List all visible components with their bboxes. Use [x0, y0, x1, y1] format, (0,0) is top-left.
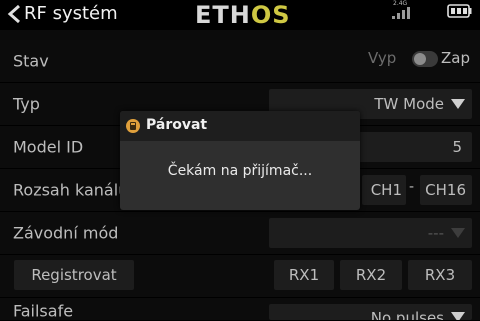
toggle-on-label: Zap: [441, 49, 470, 67]
triangle-down-icon: [451, 312, 465, 320]
toggle-knob: [414, 53, 426, 65]
rozsah-label: Rozsah kanálů: [13, 180, 129, 200]
chevron-left-icon[interactable]: [6, 4, 22, 24]
model-id-label: Model ID: [13, 137, 84, 157]
logo-suffix: OS: [250, 1, 291, 29]
channel-from-value: CH1: [370, 181, 402, 199]
dialog-message: Čekám na přijímač...: [167, 163, 313, 179]
failsafe-dropdown[interactable]: No pulses: [269, 304, 472, 320]
stav-toggle[interactable]: [412, 51, 438, 67]
dialog-header: Párovat: [120, 111, 360, 141]
typ-value: TW Mode: [374, 95, 444, 113]
header-divider: [0, 30, 480, 40]
typ-label: Typ: [13, 94, 40, 114]
model-id-value: 5: [452, 138, 462, 156]
registrovat-button[interactable]: Registrovat: [14, 260, 134, 290]
row-registrace: Registrovat RX1 RX2 RX3: [0, 255, 480, 297]
failsafe-label: Failsafe: [13, 301, 74, 321]
dialog-body: Čekám na přijímač...: [120, 141, 360, 210]
ethos-logo: ETHOS: [195, 1, 291, 29]
row-failsafe: Failsafe No pulses: [0, 298, 480, 321]
channel-to-field[interactable]: CH16: [420, 175, 472, 205]
zavodni-label: Závodní mód: [13, 223, 119, 243]
row-zavodni: Závodní mód ---: [0, 212, 480, 254]
rx3-button[interactable]: RX3: [408, 260, 472, 290]
receiver-icon: [126, 119, 140, 133]
stav-label: Stav: [13, 51, 49, 71]
page-title: RF systém: [24, 3, 118, 24]
triangle-down-icon: [451, 228, 465, 238]
dialog-title: Párovat: [146, 117, 208, 133]
zavodni-value: ---: [427, 224, 444, 242]
rx1-button[interactable]: RX1: [274, 260, 334, 290]
channel-from-field[interactable]: CH1: [362, 175, 406, 205]
battery-icon: [447, 4, 472, 18]
triangle-down-icon: [451, 99, 465, 109]
signal-bars-icon: [392, 7, 410, 19]
rx2-button[interactable]: RX2: [340, 260, 402, 290]
pairing-dialog: Párovat Čekám na přijímač...: [120, 111, 360, 210]
zavodni-dropdown[interactable]: ---: [269, 218, 472, 248]
toggle-off-label: Vyp: [368, 49, 397, 67]
range-separator: -: [409, 179, 415, 195]
logo-prefix: ETH: [195, 1, 251, 29]
channel-to-value: CH16: [425, 181, 466, 199]
header-bar: RF systém ETHOS 2.4G: [0, 0, 480, 30]
row-stav: Stav Vyp Zap: [0, 40, 480, 82]
failsafe-value: No pulses: [370, 309, 444, 320]
